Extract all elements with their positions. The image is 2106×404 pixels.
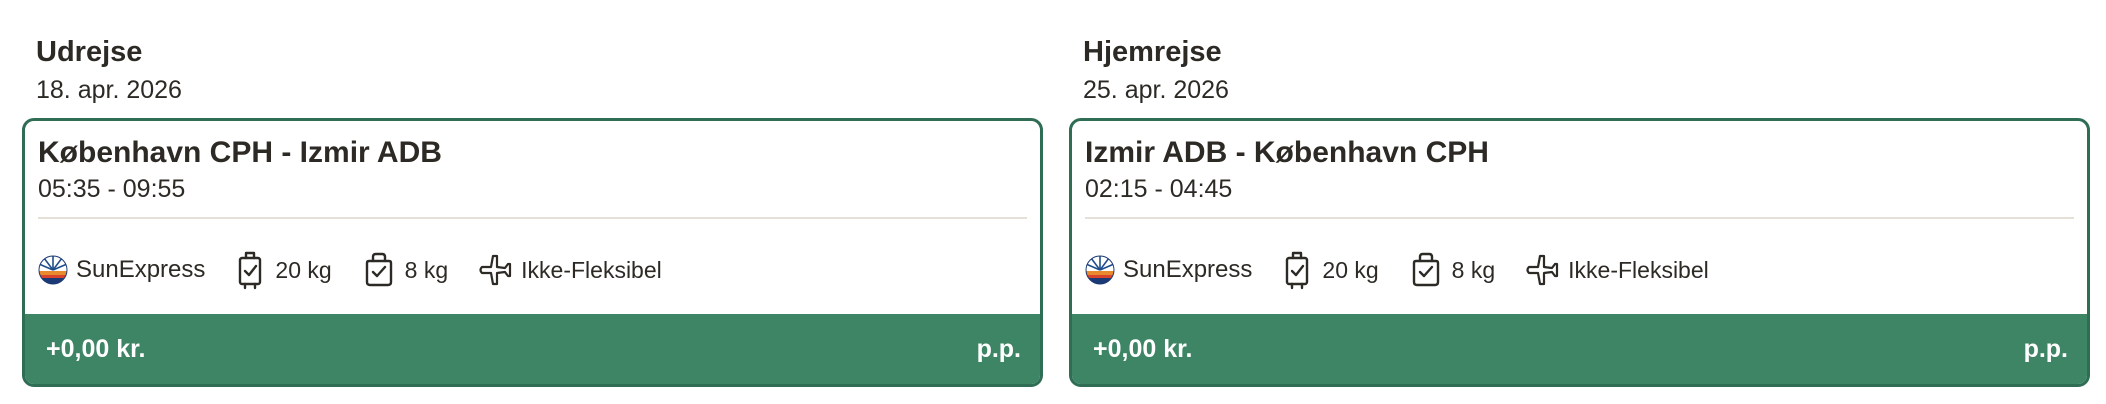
return-route: Izmir ADB - København CPH <box>1085 136 1489 169</box>
outbound-flight-card[interactable]: København CPH - Izmir ADB 05:35 - 09:55 <box>22 118 1043 387</box>
checked-baggage: 20 kg <box>235 249 332 291</box>
outbound-price: +0,00 kr. <box>46 334 146 363</box>
cabin-baggage: 8 kg <box>362 251 448 289</box>
outbound-price-bar: +0,00 kr. p.p. <box>25 314 1040 384</box>
return-flight-card[interactable]: Izmir ADB - København CPH 02:15 - 04:45 <box>1069 118 2090 387</box>
outbound-heading: Udrejse <box>36 36 143 68</box>
cabin-bag-icon <box>362 251 396 289</box>
checked-suitcase-icon <box>235 249 265 291</box>
plane-icon <box>1525 253 1559 287</box>
divider <box>1085 217 2074 219</box>
divider <box>38 217 1027 219</box>
cabin-bag-icon <box>1409 251 1443 289</box>
cabin-baggage-weight: 8 kg <box>1451 256 1496 283</box>
airline-info: SunExpress <box>38 255 205 285</box>
outbound-route: København CPH - Izmir ADB <box>38 136 442 169</box>
airline-name: SunExpress <box>76 256 206 283</box>
return-heading: Hjemrejse <box>1083 36 1222 68</box>
outbound-times: 05:35 - 09:55 <box>38 175 186 203</box>
flexibility-label: Ikke-Fleksibel <box>1568 256 1709 283</box>
per-person-label: p.p. <box>976 334 1021 363</box>
outbound-features: SunExpress 20 kg 8 kg Ikke-Fleksibel <box>38 249 692 291</box>
outbound-date: 18. apr. 2026 <box>36 76 182 104</box>
sunexpress-logo-icon <box>1085 255 1115 285</box>
return-features: SunExpress 20 kg 8 kg Ikke-Fleksibel <box>1085 249 1739 291</box>
checked-baggage-weight: 20 kg <box>1322 256 1379 283</box>
plane-icon <box>478 253 512 287</box>
airline-info: SunExpress <box>1085 255 1252 285</box>
return-price: +0,00 kr. <box>1093 334 1193 363</box>
flexibility-info: Ikke-Fleksibel <box>1525 253 1709 287</box>
checked-suitcase-icon <box>1282 249 1312 291</box>
flexibility-info: Ikke-Fleksibel <box>478 253 662 287</box>
return-times: 02:15 - 04:45 <box>1085 175 1233 203</box>
return-price-bar: +0,00 kr. p.p. <box>1072 314 2087 384</box>
flexibility-label: Ikke-Fleksibel <box>521 256 662 283</box>
cabin-baggage: 8 kg <box>1409 251 1495 289</box>
per-person-label: p.p. <box>2023 334 2068 363</box>
airline-name: SunExpress <box>1123 256 1253 283</box>
cabin-baggage-weight: 8 kg <box>404 256 449 283</box>
checked-baggage-weight: 20 kg <box>275 256 332 283</box>
sunexpress-logo-icon <box>38 255 68 285</box>
return-date: 25. apr. 2026 <box>1083 76 1229 104</box>
checked-baggage: 20 kg <box>1282 249 1379 291</box>
